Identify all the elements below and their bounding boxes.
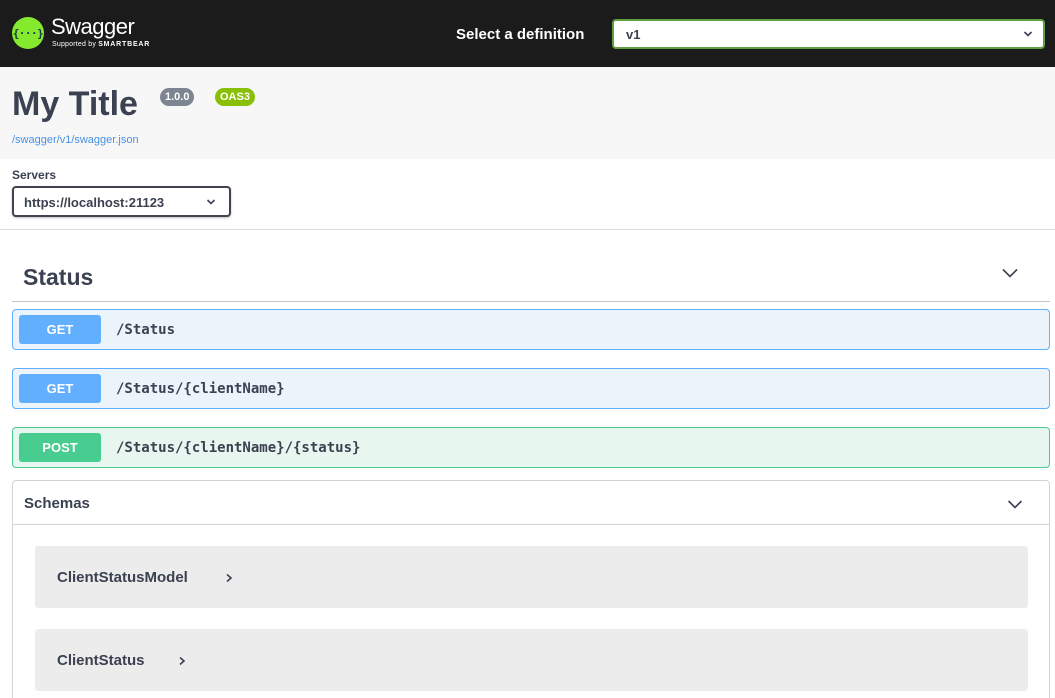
operation-get-status-client[interactable]: GET /Status/{clientName} (12, 368, 1050, 409)
info-section: My Title 1.0.0 OAS3 /swagger/v1/swagger.… (0, 67, 1055, 159)
schemas-section: Schemas ClientStatusModel ClientStatus (12, 480, 1050, 698)
chevron-right-icon (179, 656, 186, 666)
model-name: ClientStatus (57, 652, 145, 669)
operation-post-status-client-status[interactable]: POST /Status/{clientName}/{status} (12, 427, 1050, 468)
brand-sub-name: SMARTBEAR (98, 41, 151, 48)
brand-sub-prefix: Supported by (52, 41, 97, 48)
chevron-right-icon (226, 573, 233, 583)
schemas-header[interactable]: Schemas (13, 481, 1049, 525)
logo-glyph: {···} (12, 26, 44, 40)
model-name: ClientStatusModel (57, 569, 188, 586)
brand-subtitle: Supported by SMARTBEAR (52, 41, 150, 49)
definition-select-value: v1 (626, 27, 641, 42)
servers-select[interactable]: https://localhost:21123 (12, 186, 231, 217)
chevron-down-icon[interactable] (1000, 266, 1020, 280)
spec-link[interactable]: /swagger/v1/swagger.json (12, 134, 139, 146)
page-title: My Title (12, 85, 138, 123)
servers-select-value: https://localhost:21123 (24, 195, 165, 210)
swagger-logo-icon[interactable]: {···} (12, 17, 44, 49)
operation-path: /Status/{clientName}/{status} (116, 439, 361, 456)
brand-name[interactable]: Swagger (51, 15, 135, 39)
version-badge: 1.0.0 (160, 88, 195, 106)
oas-badge: OAS3 (215, 88, 255, 106)
tag-divider (12, 301, 1050, 302)
section-divider (0, 229, 1055, 230)
operation-get-status[interactable]: GET /Status (12, 309, 1050, 350)
servers-label: Servers (12, 168, 57, 182)
operation-path: /Status/{clientName} (116, 380, 285, 397)
tag-title[interactable]: Status (23, 264, 93, 291)
chevron-down-icon (206, 199, 216, 205)
method-badge: POST (19, 433, 101, 462)
method-badge: GET (19, 315, 101, 344)
chevron-down-icon (1007, 500, 1023, 509)
chevron-down-icon (1023, 31, 1033, 37)
method-badge: GET (19, 374, 101, 403)
model-client-status[interactable]: ClientStatus (35, 629, 1028, 691)
schemas-title: Schemas (24, 495, 90, 512)
definition-label: Select a definition (456, 26, 585, 43)
operation-path: /Status (116, 321, 176, 338)
model-client-status-model[interactable]: ClientStatusModel (35, 546, 1028, 608)
topbar: {···} Swagger Supported by SMARTBEAR Sel… (0, 0, 1055, 67)
definition-select[interactable]: v1 (612, 19, 1045, 49)
